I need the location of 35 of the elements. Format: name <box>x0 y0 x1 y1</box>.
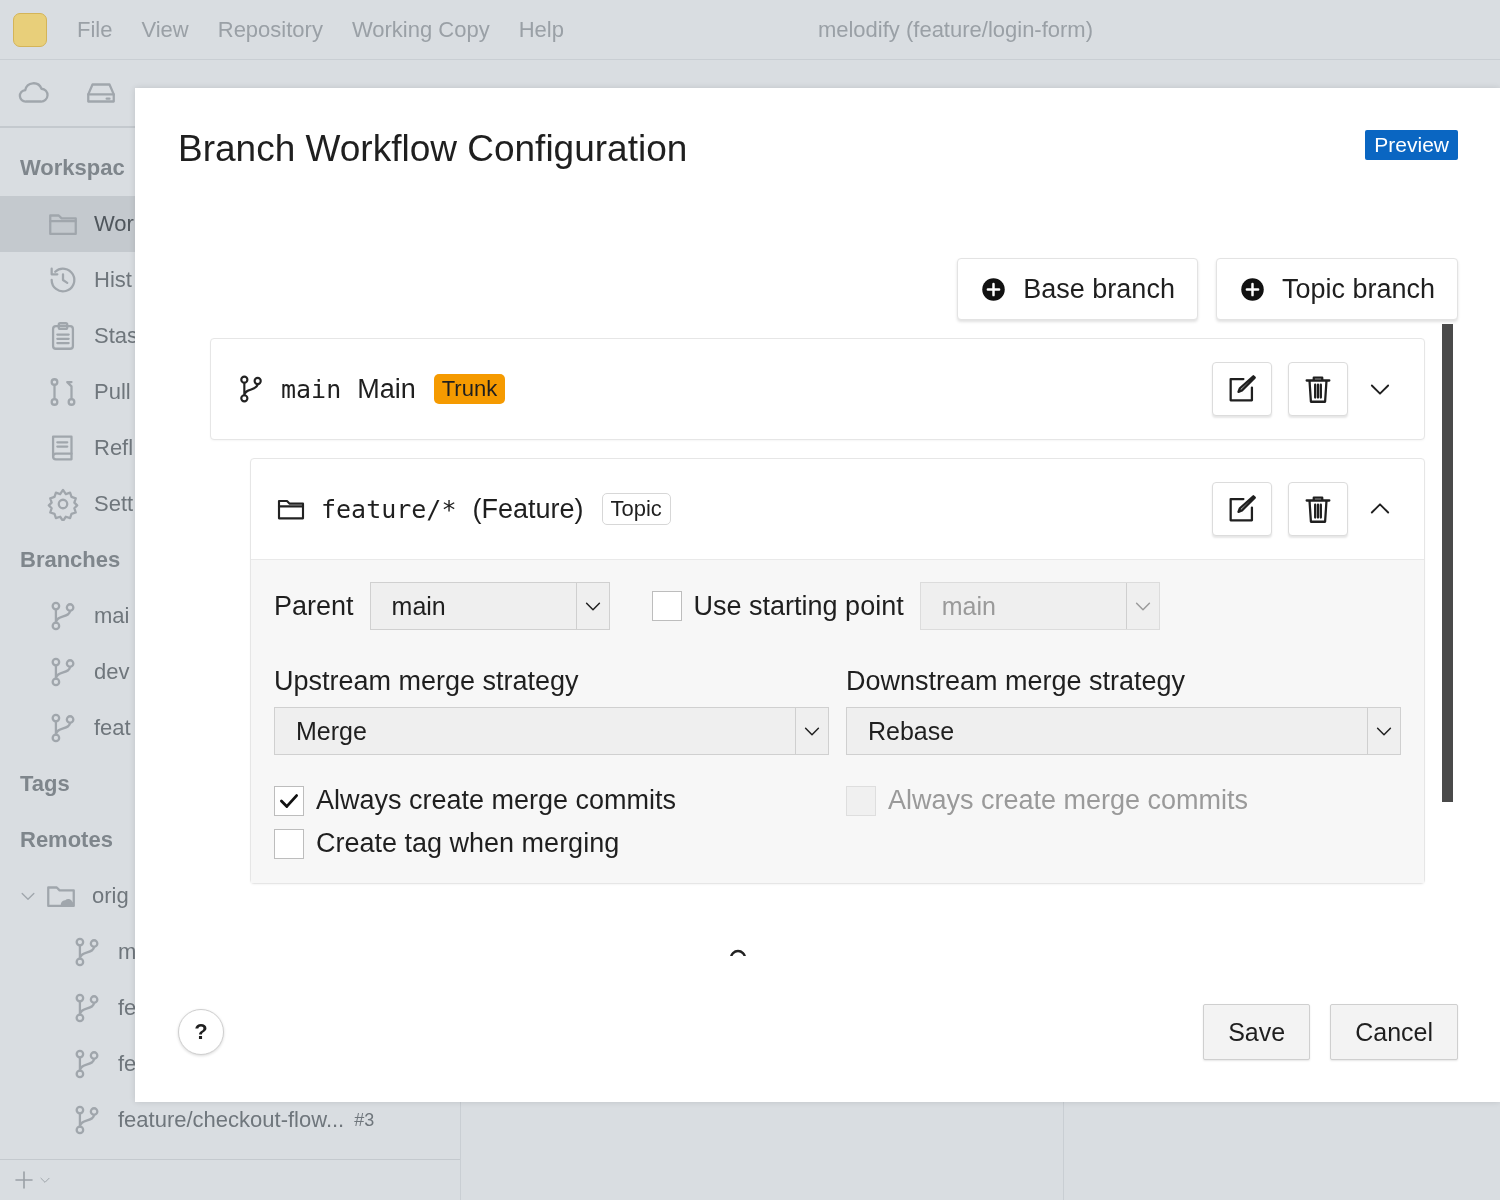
item-label: fe <box>118 995 137 1021</box>
preview-badge: Preview <box>1365 130 1458 160</box>
branch-name: Main <box>357 373 416 405</box>
checkbox-label: Always create merge commits <box>316 785 677 816</box>
count-label: #3 <box>354 1109 375 1131</box>
checkbox-label: Always create merge commits <box>888 785 1249 816</box>
item-label: fe <box>118 1051 137 1077</box>
section-header: Branches <box>20 546 121 574</box>
field-label: Parent <box>274 590 354 622</box>
checkbox-label: Create tag when merging <box>316 828 620 859</box>
item-label: feat <box>94 715 131 741</box>
item-label: Wor <box>94 211 134 237</box>
item-label: mai <box>94 603 130 629</box>
item-label: Stas <box>94 323 139 349</box>
section-header: Remotes <box>20 826 113 854</box>
field-label: Downstream merge strategy <box>846 666 1187 697</box>
branch-name: (Feature) <box>472 493 584 525</box>
window-title: melodify (feature/login-form) <box>817 16 1094 43</box>
dialog-title: Branch Workflow Configuration <box>178 128 688 170</box>
item-label: m <box>118 939 137 965</box>
item-label: dev <box>94 659 130 685</box>
item-label: Refl <box>94 435 134 461</box>
section-header: Workspac <box>20 154 125 182</box>
item-label: orig <box>92 883 129 909</box>
item-label: Sett <box>94 491 134 517</box>
field-label: Upstream merge strategy <box>274 666 580 697</box>
branch-pattern: main <box>281 374 342 404</box>
item-label: Pull <box>94 379 131 405</box>
section-header: Tags <box>20 770 70 798</box>
checkbox-label: Use starting point <box>693 590 904 622</box>
item-label: feature/checkout-flow... <box>118 1107 345 1133</box>
branch-type-badge: Topic <box>601 493 671 525</box>
item-label: Hist <box>94 267 132 293</box>
branch-pattern: feature/* <box>321 494 457 524</box>
branch-type-badge: Trunk <box>433 374 506 404</box>
